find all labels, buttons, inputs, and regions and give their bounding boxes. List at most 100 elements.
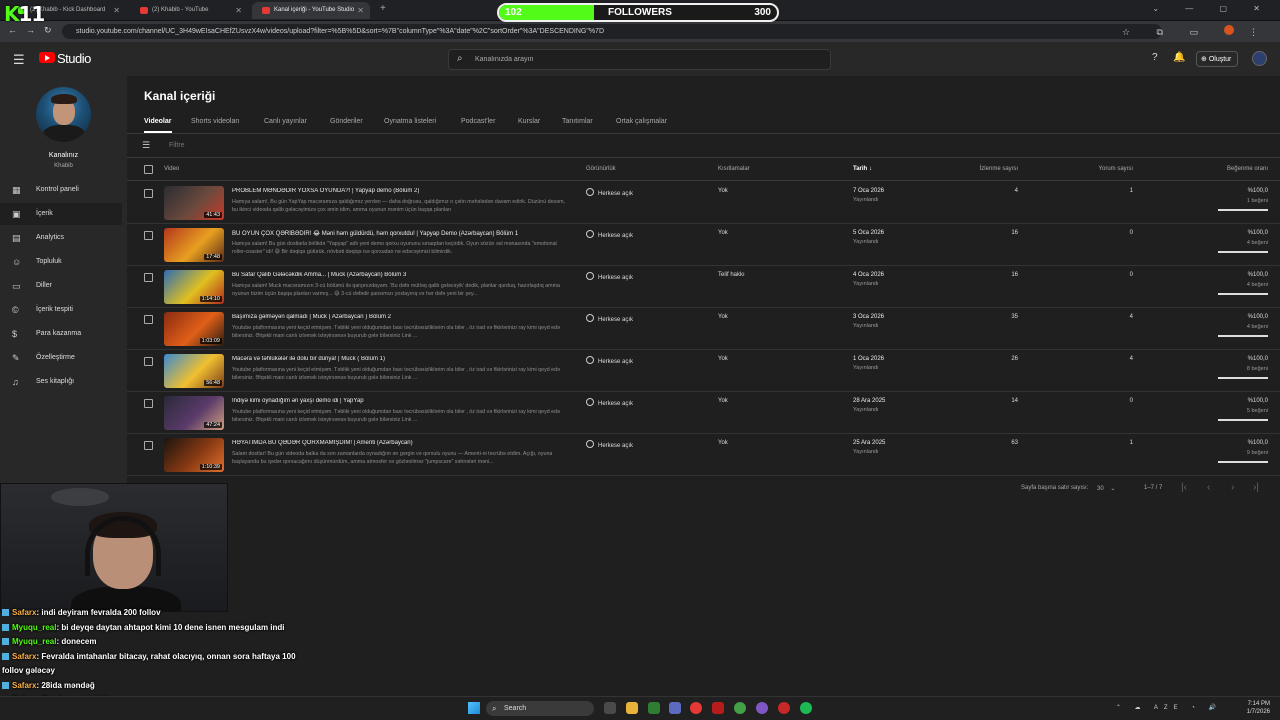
first-page-icon[interactable]: |‹: [1181, 482, 1187, 493]
browser-toolbar-icons[interactable]: ☆ ⧉ ▭ ⋮: [1122, 25, 1270, 38]
sidebar-item-analytics[interactable]: ▤ Analytics: [0, 227, 122, 249]
video-title[interactable]: Bu Safar Qalib Gələcəkdik Amma... | Muck…: [232, 272, 572, 278]
video-title[interactable]: BU OYUN ÇOX QƏRİBƏDİR! 😂 Məni həm güldür…: [232, 230, 572, 237]
video-thumbnail[interactable]: 1:03:09: [164, 312, 224, 346]
row-checkbox[interactable]: [144, 231, 153, 240]
next-page-icon[interactable]: ›: [1231, 482, 1234, 493]
language-indicator[interactable]: AZE: [1154, 705, 1184, 711]
system-tray-icons[interactable]: ⌃ ☁ AZE ◔ 🔊: [1116, 704, 1222, 711]
reload-icon[interactable]: ↻: [44, 25, 52, 36]
column-comments[interactable]: Yorum sayısı: [1099, 166, 1133, 172]
visibility-cell[interactable]: Herkese açık: [586, 398, 633, 407]
account-avatar[interactable]: [1252, 51, 1267, 66]
tab-7[interactable]: Tanıtımlar: [562, 118, 593, 125]
filter-placeholder[interactable]: Filtre: [169, 142, 185, 149]
video-thumbnail[interactable]: 41:43: [164, 186, 224, 220]
app-icon[interactable]: [778, 702, 790, 714]
chat-username[interactable]: Safarx: [12, 608, 36, 617]
video-thumbnail[interactable]: 56:48: [164, 354, 224, 388]
video-thumbnail[interactable]: 47:24: [164, 396, 224, 430]
tab-2[interactable]: Canlı yayınlar: [264, 118, 307, 125]
channel-avatar[interactable]: [36, 87, 91, 142]
sidebar-item-customization[interactable]: ✎ Özelleştirme: [0, 347, 122, 369]
windows-start-icon[interactable]: [468, 702, 480, 714]
sidebar-item-content[interactable]: ▣ İçerik: [0, 203, 122, 225]
chat-username[interactable]: Safarx: [12, 681, 36, 690]
video-title[interactable]: Macəra və təhlükələr ilə dolu bir dünya!…: [232, 356, 572, 362]
back-icon[interactable]: ←: [8, 25, 17, 35]
visibility-cell[interactable]: Herkese açık: [586, 356, 633, 365]
chat-username[interactable]: Safarx: [12, 652, 36, 661]
visibility-cell[interactable]: Herkese açık: [586, 230, 633, 239]
tab-4[interactable]: Oynatma listeleri: [384, 118, 436, 125]
video-title[interactable]: Başımıza gəlməyən qalmadı | Muck ( Azərb…: [232, 314, 572, 320]
tab-8[interactable]: Ortak çalışmalar: [616, 118, 667, 125]
sidebar-item-audio-library[interactable]: ♫ Ses kitaplığı: [0, 371, 122, 393]
table-row[interactable]: 1:10:39 HƏYATIMDA BU QƏDƏR QORXMAMIŞDIM! …: [127, 434, 1280, 476]
file-explorer-icon[interactable]: [626, 702, 638, 714]
row-checkbox[interactable]: [144, 357, 153, 366]
spotify-icon[interactable]: [800, 702, 812, 714]
visibility-cell[interactable]: Herkese açık: [586, 188, 633, 197]
profile-avatar-icon[interactable]: [1224, 25, 1235, 35]
video-title[interactable]: İndiyə kimi oynadığım ən yaxşı demo idi …: [232, 398, 572, 404]
sidebar-item-subtitles[interactable]: ▭ Diller: [0, 275, 122, 297]
channel-search[interactable]: ⌕: [448, 49, 831, 70]
row-checkbox[interactable]: [144, 273, 153, 282]
table-row[interactable]: 1:14:10 Bu Safar Qalib Gələcəkdik Amma...…: [127, 266, 1280, 308]
prev-page-icon[interactable]: ‹: [1207, 482, 1210, 493]
browser-tab-studio[interactable]: Kanal içeriği - YouTube Studio ✕: [252, 2, 370, 19]
filter-icon[interactable]: ☰: [142, 140, 150, 151]
video-thumbnail[interactable]: 1:14:10: [164, 270, 224, 304]
url-field[interactable]: studio.youtube.com/channel/UC_3H49wEIsaC…: [62, 24, 1162, 39]
row-checkbox[interactable]: [144, 315, 153, 324]
sidebar-item-monetization[interactable]: $ Para kazanma: [0, 323, 122, 345]
task-view-icon[interactable]: [604, 702, 616, 714]
studio-logo-text[interactable]: Studio: [57, 51, 91, 66]
browser-tab-youtube[interactable]: (2) Khabib - YouTube ✕: [130, 2, 248, 19]
taskbar-search[interactable]: ⌕ Search: [486, 701, 594, 716]
close-tab-icon[interactable]: ✕: [113, 2, 120, 19]
video-thumbnail[interactable]: 1:10:39: [164, 438, 224, 472]
visibility-cell[interactable]: Herkese açık: [586, 440, 633, 449]
filter-bar[interactable]: ☰ Filtre: [127, 134, 1280, 158]
chrome-active-icon[interactable]: [734, 702, 746, 714]
sidebar-item-dashboard[interactable]: ▦ Kontrol paneli: [0, 179, 122, 201]
notifications-icon[interactable]: 🔔: [1173, 52, 1185, 63]
video-thumbnail[interactable]: 17:48: [164, 228, 224, 262]
menu-icon[interactable]: ☰: [13, 52, 25, 68]
tab-3[interactable]: Gönderiler: [330, 118, 363, 125]
last-page-icon[interactable]: ›|: [1253, 482, 1259, 493]
window-controls[interactable]: ⌄ — ▢ ✕: [1152, 4, 1272, 13]
sidebar-item-community[interactable]: ☺ Topluluk: [0, 251, 122, 273]
visibility-cell[interactable]: Herkese açık: [586, 272, 633, 281]
clock[interactable]: 7:14 PM 1/7/2026: [1247, 700, 1270, 716]
chat-username[interactable]: Myuqu_real: [12, 637, 56, 646]
column-visibility[interactable]: Görünürlük: [586, 166, 616, 172]
table-row[interactable]: 1:03:09 Başımıza gəlməyən qalmadı | Muck …: [127, 308, 1280, 350]
chat-username[interactable]: Myuqu_real: [12, 623, 56, 632]
video-title[interactable]: HƏYATIMDA BU QƏDƏR QORXMAMIŞDIM! | Ament…: [232, 440, 572, 446]
app-icon[interactable]: [669, 702, 681, 714]
table-row[interactable]: 41:43 PROBLEM MƏNDƏDİR YOXSA OYUNDA?! | Y…: [127, 182, 1280, 224]
column-likes[interactable]: Beğenme oranı: [1227, 166, 1268, 172]
help-icon[interactable]: ?: [1152, 52, 1158, 63]
tab-1[interactable]: Shorts videoları: [191, 118, 240, 125]
app-icon[interactable]: [712, 702, 724, 714]
rows-per-page-select[interactable]: 30 ⌄: [1097, 485, 1115, 492]
column-views[interactable]: İzlenme sayısı: [980, 166, 1018, 172]
row-checkbox[interactable]: [144, 399, 153, 408]
sidebar-item-copyright[interactable]: © İçerik tespiti: [0, 299, 122, 321]
select-all-checkbox[interactable]: [144, 165, 153, 174]
tab-0[interactable]: Videolar: [144, 118, 172, 125]
column-date[interactable]: Tarih ↓: [853, 166, 872, 172]
tab-5[interactable]: Podcast'ler: [461, 118, 495, 125]
video-title[interactable]: PROBLEM MƏNDƏDİR YOXSA OYUNDA?! | Yapyap…: [232, 188, 572, 194]
create-button[interactable]: ⊕ Oluştur: [1196, 51, 1239, 67]
table-row[interactable]: 17:48 BU OYUN ÇOX QƏRİBƏDİR! 😂 Məni həm g…: [127, 224, 1280, 266]
tab-6[interactable]: Kurslar: [518, 118, 540, 125]
chrome-icon[interactable]: [690, 702, 702, 714]
row-checkbox[interactable]: [144, 189, 153, 198]
forward-icon[interactable]: →: [26, 25, 35, 35]
row-checkbox[interactable]: [144, 441, 153, 450]
